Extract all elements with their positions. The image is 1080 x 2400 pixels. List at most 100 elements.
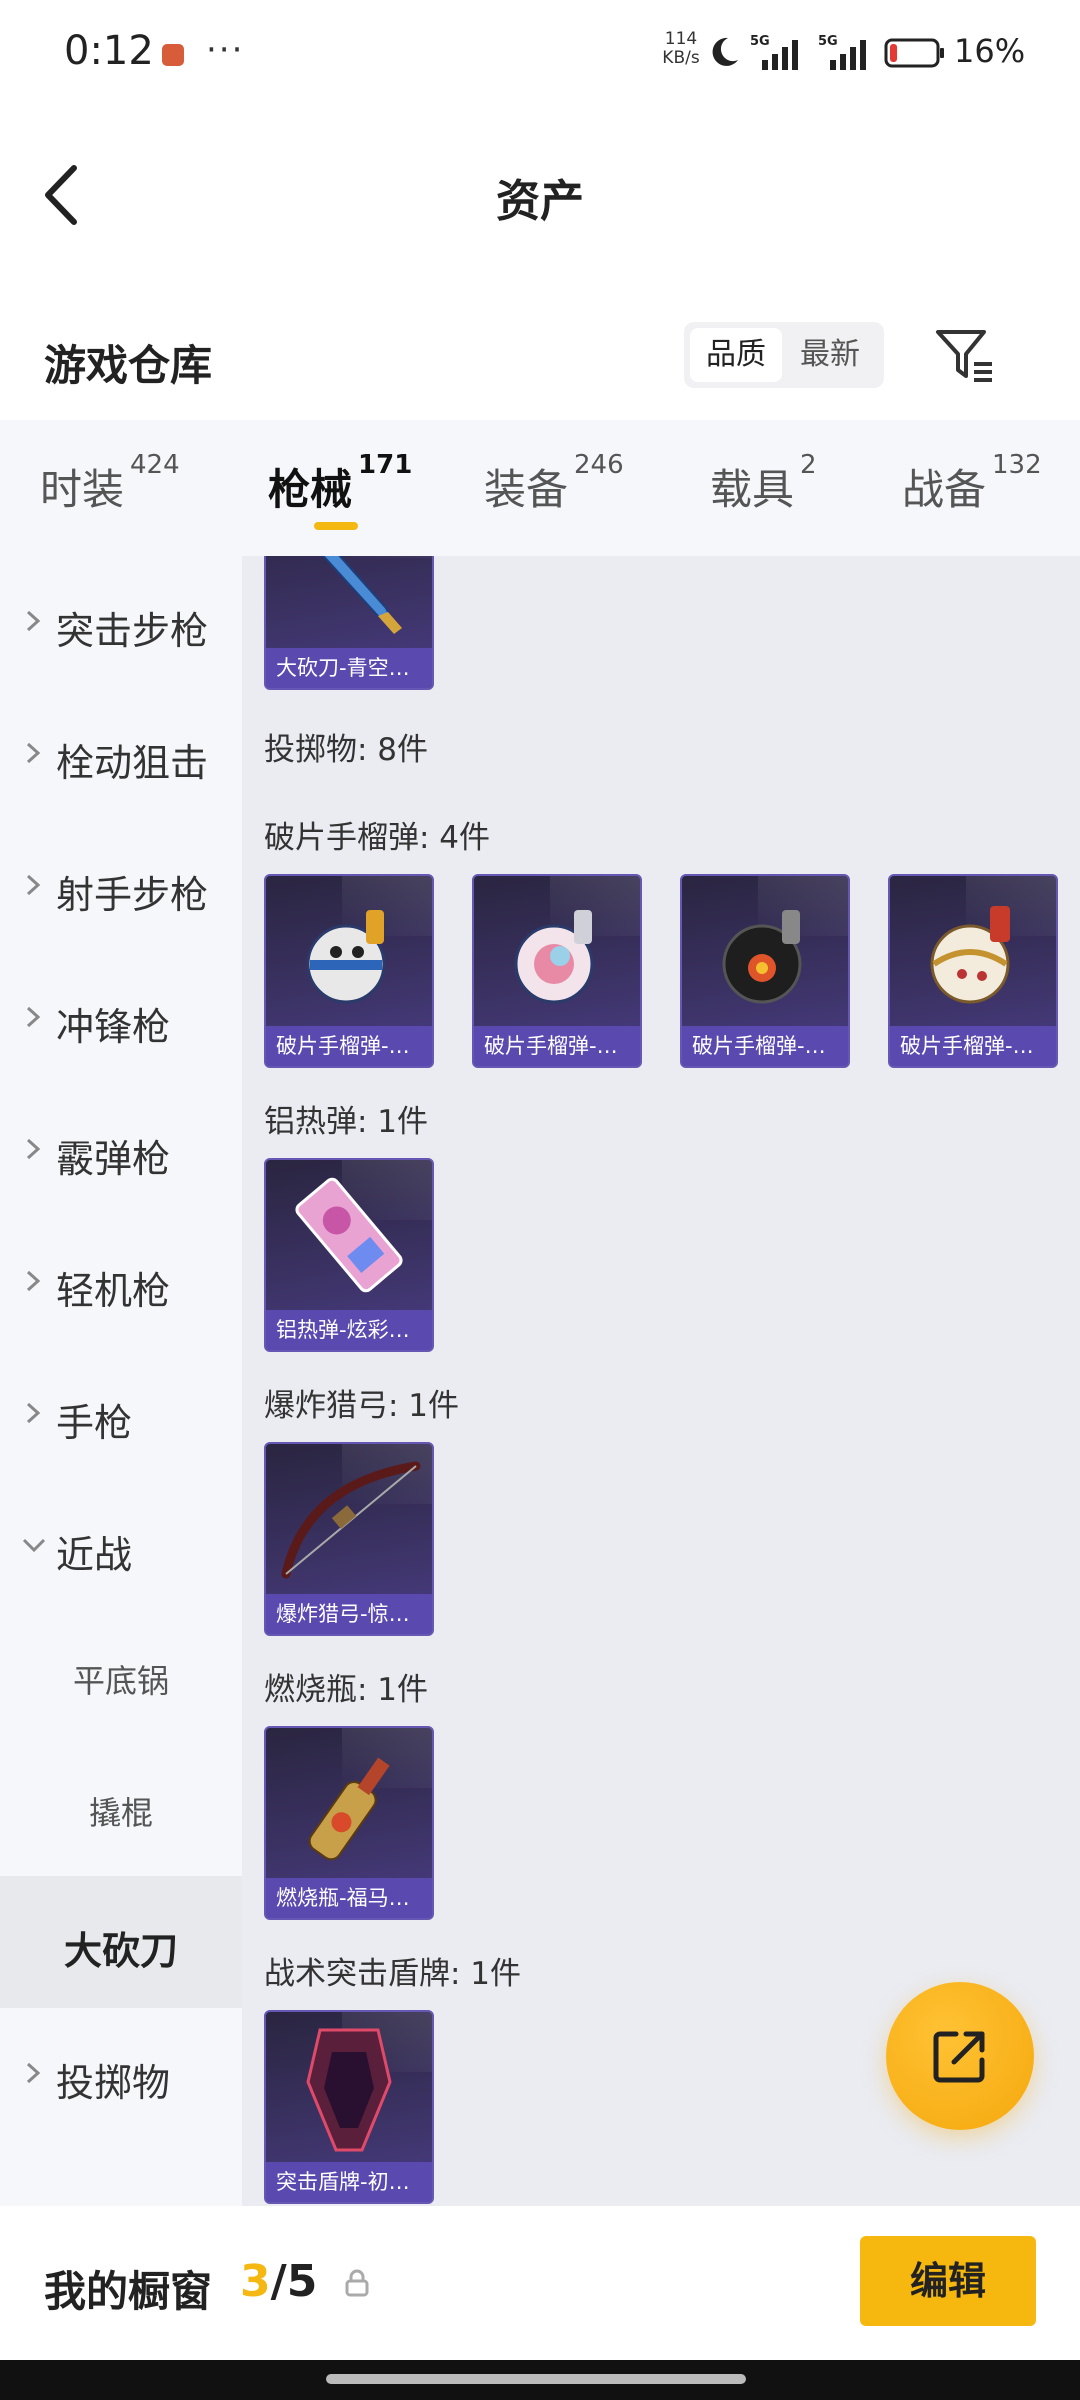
item-card[interactable]: 破片手榴弹-… [264,874,434,1068]
status-time: 0:12 [64,28,154,74]
item-card[interactable]: 大砍刀-青空… [264,556,434,690]
section-frag-header: 破片手榴弹: 4件 [264,820,491,856]
sidebar-item-bolt-sniper[interactable]: 栓动狙击 [0,688,242,820]
share-fab-button[interactable] [886,1982,1034,2130]
sidebar-item-label: 霰弹枪 [56,1137,171,1181]
sidebar-item-assault-rifle[interactable]: 突击步枪 [0,556,242,688]
battery-icon [884,38,944,68]
item-name: 破片手榴弹-… [474,1026,640,1066]
system-nav-bar [0,2360,1080,2400]
svg-text:5G: 5G [750,34,770,49]
explosive-bow-image [281,1461,421,1579]
chevron-right-icon [26,1138,41,1160]
grenade-image [722,910,802,1004]
tab-label: 战备 [902,465,987,514]
section-molotov-header: 燃烧瓶: 1件 [264,1672,429,1708]
item-card[interactable]: 燃烧瓶-福马… [264,1726,434,1920]
share-external-icon [933,2031,985,2083]
tab-label: 时装 [40,465,125,514]
item-card[interactable]: 破片手榴弹-… [472,874,642,1068]
weapon-category-sidebar: 突击步枪 栓动狙击 射手步枪 冲锋枪 霰弹枪 轻机枪 手枪 近战 平底锅 撬棍 … [0,556,242,2206]
category-tabs: 时装 424 枪械 171 装备 246 载具 2 战备 132 [0,420,1080,556]
showcase-total: /5 [270,2256,318,2307]
filter-icon[interactable] [930,320,1000,390]
molotov-image [308,1757,390,1861]
tab-count: 424 [130,450,180,480]
chevron-right-icon [26,1006,41,1028]
sidebar-item-label: 射手步枪 [56,873,209,917]
item-card[interactable]: 破片手榴弹-… [888,874,1058,1068]
item-card[interactable]: 破片手榴弹-… [680,874,850,1068]
network-speed-unit: KB/s [662,48,700,68]
sidebar-subitem-machete[interactable]: 大砍刀 [0,1876,242,2008]
sidebar-item-label: 手枪 [56,1401,133,1445]
sidebar-item-label: 冲锋枪 [56,1005,171,1049]
item-name: 突击盾牌-初… [266,2162,432,2202]
tab-count: 132 [992,450,1042,480]
sort-latest-button[interactable]: 最新 [784,328,876,382]
item-name: 燃烧瓶-福马… [266,1878,432,1918]
sidebar-item-throwables[interactable]: 投掷物 [0,2008,242,2140]
tab-count: 2 [800,450,817,480]
grenade-image [306,910,386,1004]
tab-equipment[interactable]: 装备 246 [484,450,624,517]
lock-icon [345,2269,369,2297]
sidebar-item-label: 近战 [56,1533,133,1577]
section-thermite-header: 铝热弹: 1件 [264,1104,429,1140]
item-card[interactable]: 铝热弹-炫彩… [264,1158,434,1352]
item-name: 大砍刀-青空… [266,648,432,688]
chevron-right-icon [26,1270,41,1292]
thermite-image [295,1177,403,1293]
warehouse-title: 游戏仓库 [44,341,213,390]
sidebar-item-smg[interactable]: 冲锋枪 [0,952,242,1084]
status-bar: 0:12 ··· 114 KB/s 5G 5G 16% [0,0,1080,110]
showcase-bar: 我的橱窗 3/5 编辑 [0,2206,1080,2360]
sidebar-item-label: 投掷物 [56,2061,171,2105]
machete-image [322,556,402,634]
showcase-title: 我的橱窗 [44,2267,213,2316]
warehouse-bar: 游戏仓库 品质 最新 [0,300,1080,420]
section-throwables-header: 投掷物: 8件 [264,732,429,768]
item-name: 破片手榴弹-… [890,1026,1056,1066]
item-name: 爆炸猎弓-惊… [266,1594,432,1634]
network-speed: 114 KB/s [656,30,706,68]
chevron-right-icon [26,742,41,764]
page-title: 资产 [496,176,584,227]
sidebar-subitem-crowbar[interactable]: 撬棍 [0,1744,242,1876]
battery-percent: 16% [954,32,1026,70]
sidebar-item-marksman-rifle[interactable]: 射手步枪 [0,820,242,952]
item-card[interactable]: 突击盾牌-初… [264,2010,434,2204]
tab-firearms[interactable]: 枪械 171 [268,450,412,517]
sidebar-item-label: 平底锅 [72,1662,169,1700]
grenade-image [930,906,1010,1004]
tab-label: 载具 [710,465,795,514]
sort-quality-button[interactable]: 品质 [690,328,782,382]
sidebar-item-melee[interactable]: 近战 [0,1480,242,1612]
section-shield-header: 战术突击盾牌: 1件 [264,1956,522,1992]
assault-shield-image [306,2028,392,2152]
tab-combat-prep[interactable]: 战备 132 [902,450,1042,517]
item-card[interactable]: 爆炸猎弓-惊… [264,1442,434,1636]
network-speed-value: 114 [664,29,698,49]
tab-label: 装备 [484,465,569,514]
chevron-right-icon [26,874,41,896]
active-tab-indicator [314,522,358,530]
home-gesture-handle[interactable] [326,2374,746,2384]
grenade-image [514,910,594,1004]
tab-fashion[interactable]: 时装 424 [40,450,180,517]
chevron-right-icon [26,610,41,632]
sidebar-item-label: 栓动狙击 [56,741,209,785]
sidebar-subitem-frying-pan[interactable]: 平底锅 [0,1612,242,1744]
top-header: 资产 [0,110,1080,270]
signal-5g-icon: 5G [750,34,798,70]
more-notifications-icon: ··· [206,30,245,70]
sidebar-item-pistol[interactable]: 手枪 [0,1348,242,1480]
edit-button[interactable]: 编辑 [860,2236,1036,2326]
sidebar-item-shotgun[interactable]: 霰弹枪 [0,1084,242,1216]
tab-count: 246 [574,450,624,480]
sidebar-item-lmg[interactable]: 轻机枪 [0,1216,242,1348]
chevron-right-icon [26,1402,41,1424]
signal-5g-icon-2: 5G [818,34,866,70]
tab-vehicles[interactable]: 载具 2 [710,450,817,517]
sort-toggle: 品质 最新 [684,322,884,388]
